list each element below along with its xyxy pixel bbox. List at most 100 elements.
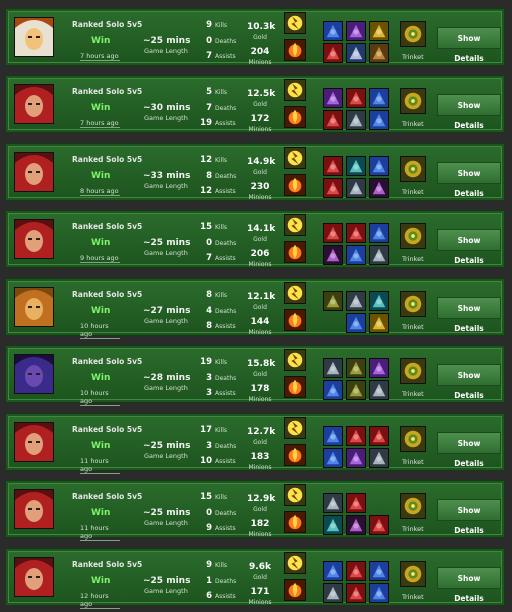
champion-portrait[interactable] [14,354,54,394]
minions-value: 230 [250,182,270,192]
steel-item-icon[interactable] [369,448,389,468]
steel-item-icon[interactable] [323,583,343,603]
olive-item-icon[interactable] [323,291,343,311]
blue-item-icon[interactable] [369,583,389,603]
olive-item-icon[interactable] [346,358,366,378]
trinket-icon[interactable] [400,426,426,452]
summoner-spell-icon[interactable] [284,106,306,128]
summoner-spell-icon[interactable] [284,39,306,61]
summoner-spell-icon[interactable] [284,579,306,601]
blue-item-icon[interactable] [323,426,343,446]
trinket-icon[interactable] [400,561,426,587]
summoner-spell-icon[interactable] [284,309,306,331]
purple-item-icon[interactable] [346,21,366,41]
blue-item-icon[interactable] [346,313,366,333]
show-details-button[interactable]: Show Details [437,162,501,198]
teal-item-icon[interactable] [323,515,343,535]
blue-item-icon[interactable] [323,561,343,581]
sword-item-icon[interactable] [323,245,343,265]
blue-item-icon[interactable] [369,561,389,581]
summoner-spell-icon[interactable] [284,376,306,398]
trinket-icon[interactable] [400,493,426,519]
steel-item-icon[interactable] [369,380,389,400]
yellow-item-icon[interactable] [369,313,389,333]
blue-item-icon[interactable] [369,88,389,108]
trinket-icon[interactable] [400,358,426,384]
trinket-icon[interactable] [400,21,426,47]
wing-item-icon[interactable] [346,43,366,63]
teal-item-icon[interactable] [369,291,389,311]
kills-stat: 17 Kills [200,425,227,435]
olive-item-icon[interactable] [346,380,366,400]
summoner-spell-icon[interactable] [284,444,306,466]
red-item-icon[interactable] [369,426,389,446]
red-item-icon[interactable] [323,110,343,130]
red-item-icon[interactable] [346,88,366,108]
blue-item-icon[interactable] [323,448,343,468]
teal-item-icon[interactable] [346,156,366,176]
red-item-icon[interactable] [323,156,343,176]
yellow-item-icon[interactable] [369,21,389,41]
flash-spell-icon[interactable] [284,282,306,304]
book-item-icon[interactable] [369,43,389,63]
flash-spell-icon[interactable] [284,552,306,574]
red-item-icon[interactable] [323,223,343,243]
champion-portrait[interactable] [14,219,54,259]
champion-portrait[interactable] [14,422,54,462]
red-item-icon[interactable] [346,583,366,603]
trinket-icon[interactable] [400,291,426,317]
flash-spell-icon[interactable] [284,349,306,371]
trinket-icon[interactable] [400,223,426,249]
champion-portrait[interactable] [14,17,54,57]
summoner-spell-icon[interactable] [284,241,306,263]
blue-item-icon[interactable] [323,380,343,400]
blue-item-icon[interactable] [346,245,366,265]
summoner-spell-icon[interactable] [284,174,306,196]
show-details-button[interactable]: Show Details [437,499,501,535]
blue-item-icon[interactable] [369,110,389,130]
flash-spell-icon[interactable] [284,12,306,34]
blue-item-icon[interactable] [369,223,389,243]
flash-spell-icon[interactable] [284,417,306,439]
purple-item-icon[interactable] [369,358,389,378]
champion-portrait[interactable] [14,489,54,529]
flash-spell-icon[interactable] [284,147,306,169]
sword-item-icon[interactable] [346,515,366,535]
purple-item-icon[interactable] [323,88,343,108]
red-item-icon[interactable] [346,561,366,581]
champion-portrait[interactable] [14,287,54,327]
blue-item-icon[interactable] [323,21,343,41]
blue-item-icon[interactable] [369,156,389,176]
show-details-button[interactable]: Show Details [437,229,501,265]
show-details-button[interactable]: Show Details [437,364,501,400]
steel-item-icon[interactable] [323,358,343,378]
show-details-button[interactable]: Show Details [437,297,501,333]
trinket-icon[interactable] [400,156,426,182]
red-item-icon[interactable] [323,178,343,198]
steel-item-icon[interactable] [346,291,366,311]
steel-item-icon[interactable] [323,493,343,513]
show-details-button[interactable]: Show Details [437,94,501,130]
steel-item-icon[interactable] [346,178,366,198]
trinket-icon[interactable] [400,88,426,114]
steel-item-icon[interactable] [346,110,366,130]
show-details-button[interactable]: Show Details [437,567,501,603]
red-item-icon[interactable] [323,43,343,63]
purple-item-icon[interactable] [346,448,366,468]
red-item-icon[interactable] [346,426,366,446]
sword-item-icon[interactable] [369,178,389,198]
red-item-icon[interactable] [369,515,389,535]
steel-item-icon[interactable] [369,245,389,265]
flash-spell-icon[interactable] [284,214,306,236]
show-details-button[interactable]: Show Details [437,27,501,63]
flash-spell-icon[interactable] [284,79,306,101]
flash-spell-icon[interactable] [284,484,306,506]
champion-portrait[interactable] [14,557,54,597]
champion-portrait[interactable] [14,84,54,124]
champion-portrait[interactable] [14,152,54,192]
red-item-icon[interactable] [346,493,366,513]
queue-type: Ranked Solo 5v5 [72,20,143,29]
summoner-spell-icon[interactable] [284,511,306,533]
show-details-button[interactable]: Show Details [437,432,501,468]
red-item-icon[interactable] [346,223,366,243]
